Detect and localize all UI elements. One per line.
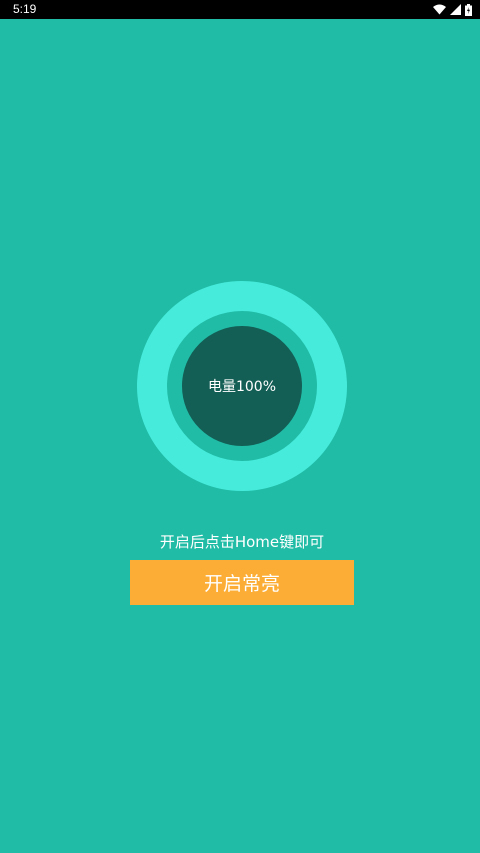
enable-screen-on-button[interactable]: 开启常亮: [130, 560, 354, 605]
enable-screen-on-label: 开启常亮: [203, 573, 280, 595]
status-bar: 5:19: [0, 0, 480, 19]
status-time: 5:19: [13, 2, 37, 16]
signal-icon: [450, 4, 461, 15]
hint-text: 开启后点击Home键即可: [159, 533, 325, 551]
wifi-icon: [433, 4, 446, 15]
status-icons: [433, 3, 472, 16]
battery-level-label: 电量100%: [207, 379, 277, 395]
battery-icon: [465, 3, 472, 16]
battery-indicator: 电量100%: [182, 326, 302, 446]
